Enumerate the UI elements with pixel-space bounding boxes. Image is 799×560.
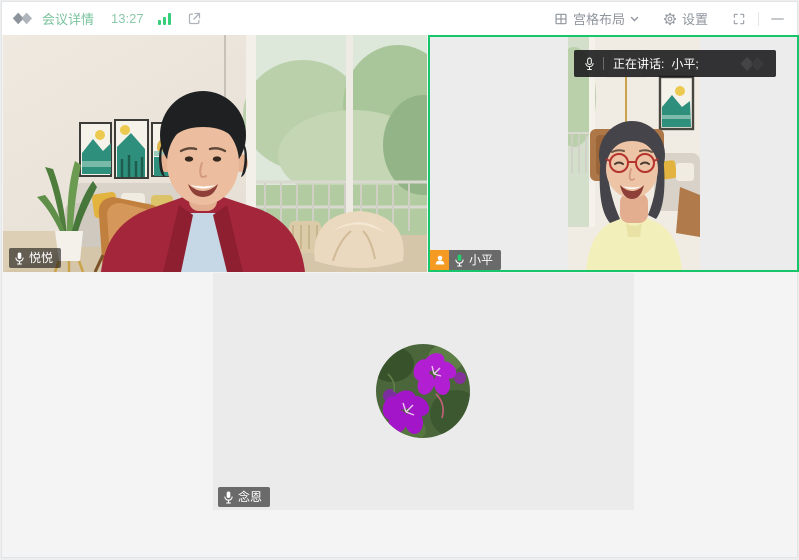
banner-divider (603, 57, 604, 70)
video-tile-yueyue[interactable]: 悦悦 (3, 35, 427, 272)
participant-name: 念恩 (238, 490, 262, 504)
watermark-logo-icon (738, 56, 768, 72)
minimize-button[interactable] (771, 18, 784, 20)
attendee-role-icon (430, 250, 449, 270)
open-external-button[interactable] (187, 11, 202, 26)
open-external-icon (187, 11, 202, 26)
fullscreen-button[interactable] (732, 12, 746, 26)
participant-name: 悦悦 (29, 251, 53, 265)
speaking-names: 小平; (671, 55, 698, 72)
title-bar: 会议详情 13:27 宫格布局 (2, 2, 797, 35)
settings-button-label: 设置 (682, 9, 708, 28)
microphone-icon (14, 252, 25, 265)
minimize-icon (771, 18, 784, 20)
xiaoping-badge-row: 小平 (430, 250, 501, 270)
name-badge-nianen: 念恩 (218, 487, 270, 507)
video-tile-xiaoping[interactable]: 正在讲话: 小平; (428, 35, 799, 272)
microphone-icon (223, 491, 234, 504)
microphone-icon (584, 57, 595, 71)
name-badge-yueyue: 悦悦 (9, 248, 61, 268)
meeting-time: 13:27 (111, 11, 144, 26)
gear-icon (663, 12, 677, 26)
name-badge-xiaoping: 小平 (449, 250, 501, 270)
speaking-banner: 正在讲话: 小平; (574, 50, 776, 77)
speaking-label: 正在讲话: (613, 55, 664, 72)
app-logo-icon (12, 12, 34, 25)
grid-layout-icon (554, 12, 568, 26)
yueyue-video-frame (3, 35, 427, 272)
chevron-down-icon (630, 16, 639, 22)
topbar-divider (758, 12, 759, 26)
page-title: 会议详情 (42, 9, 94, 28)
participant-name: 小平 (469, 253, 493, 267)
layout-button-label: 宫格布局 (573, 9, 625, 28)
avatar (376, 344, 470, 438)
fullscreen-icon (732, 12, 746, 26)
meeting-window: 会议详情 13:27 宫格布局 (1, 1, 798, 558)
video-grid: 悦悦 (2, 35, 797, 557)
layout-button[interactable]: 宫格布局 (554, 9, 639, 28)
settings-button[interactable]: 设置 (663, 9, 708, 28)
network-signal-icon (158, 13, 171, 25)
microphone-active-icon (454, 254, 465, 267)
video-tile-nianen[interactable]: 念恩 (213, 273, 634, 510)
